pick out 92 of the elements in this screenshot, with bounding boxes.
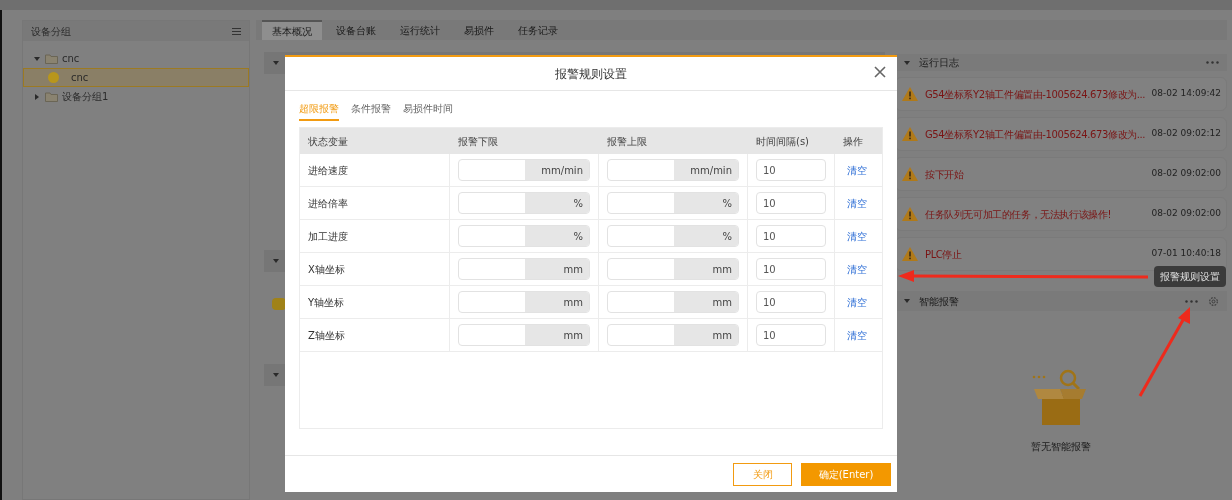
log-message: G54坐标系Y2轴工件偏置由-1005624.673修改为... bbox=[925, 87, 1146, 102]
table-cell: 进给速度 bbox=[300, 154, 450, 186]
input-group[interactable]: mm bbox=[607, 324, 739, 346]
menu-icon[interactable] bbox=[232, 27, 241, 35]
input-group[interactable]: % bbox=[458, 192, 590, 214]
tab[interactable]: 易损件 bbox=[454, 20, 504, 40]
caret-icon[interactable] bbox=[33, 92, 41, 101]
folder-icon bbox=[45, 53, 58, 64]
warning-icon bbox=[901, 126, 919, 142]
table-cell: Y轴坐标 bbox=[300, 286, 450, 318]
input-group[interactable]: mm/min bbox=[607, 159, 739, 181]
unit-label: mm bbox=[525, 292, 589, 312]
empty-message: 暂无智能报警 bbox=[1031, 440, 1091, 454]
clear-link[interactable]: 清空 bbox=[847, 294, 867, 310]
unit-label: mm bbox=[525, 325, 589, 345]
clear-link[interactable]: 清空 bbox=[847, 195, 867, 211]
tab[interactable]: 条件报警 bbox=[351, 101, 391, 121]
unit-label: mm bbox=[674, 325, 738, 345]
table-cell: X轴坐标 bbox=[300, 253, 450, 285]
column-header: 操作 bbox=[842, 134, 864, 149]
input-group[interactable]: % bbox=[458, 225, 590, 247]
log-message: PLC停止 bbox=[925, 247, 963, 262]
clear-link[interactable]: 清空 bbox=[847, 228, 867, 244]
tab[interactable]: 基本概况 bbox=[262, 20, 322, 40]
unit-label: % bbox=[674, 226, 738, 246]
input-group[interactable]: mm bbox=[458, 291, 590, 313]
input-field[interactable]: 10 bbox=[756, 291, 826, 313]
section-title: 运行日志 bbox=[919, 56, 959, 70]
tab[interactable]: 易损件时间 bbox=[403, 101, 453, 121]
input-group[interactable]: % bbox=[607, 225, 739, 247]
input-group[interactable]: mm bbox=[458, 324, 590, 346]
unit-label: mm bbox=[525, 259, 589, 279]
unit-label: mm/min bbox=[674, 160, 738, 180]
more-icon[interactable] bbox=[1185, 299, 1198, 303]
unit-label: mm bbox=[674, 259, 738, 279]
input-group[interactable]: mm bbox=[458, 258, 590, 280]
sidebar-title: 设备分组 bbox=[31, 24, 71, 39]
table-cell: 进给倍率 bbox=[300, 187, 450, 219]
input-field[interactable]: 10 bbox=[756, 258, 826, 280]
settings-icon[interactable] bbox=[1208, 295, 1219, 307]
log-message: 按下开始 bbox=[925, 167, 965, 182]
caret-icon[interactable] bbox=[272, 371, 280, 379]
input-field[interactable]: 10 bbox=[756, 192, 826, 214]
input-field[interactable]: 10 bbox=[756, 159, 826, 181]
tab[interactable]: 设备台账 bbox=[326, 20, 386, 40]
unit-label: % bbox=[525, 193, 589, 213]
warning-icon bbox=[901, 86, 919, 102]
column-header: 报警下限 bbox=[457, 134, 499, 149]
caret-icon[interactable] bbox=[903, 58, 911, 67]
log-time: 08-02 14:09:42 bbox=[1151, 87, 1221, 101]
caret-icon[interactable] bbox=[903, 297, 911, 305]
table-cell: Z轴坐标 bbox=[300, 319, 450, 351]
unit-label: mm bbox=[674, 292, 738, 312]
log-time: 07-01 10:40:18 bbox=[1151, 247, 1221, 261]
caret-icon[interactable] bbox=[272, 59, 280, 67]
tab[interactable]: 运行统计 bbox=[390, 20, 450, 40]
log-message: G54坐标系Y2轴工件偏置由-1005624.673修改为... bbox=[925, 127, 1146, 142]
input-group[interactable]: mm bbox=[607, 291, 739, 313]
caret-icon[interactable] bbox=[33, 54, 41, 63]
clear-link[interactable]: 清空 bbox=[847, 162, 867, 178]
log-time: 08-02 09:02:00 bbox=[1151, 167, 1221, 181]
tree-item[interactable]: cnc bbox=[23, 49, 249, 68]
warning-icon bbox=[901, 166, 919, 182]
log-time: 08-02 09:02:00 bbox=[1151, 207, 1221, 221]
warning-icon bbox=[901, 206, 919, 222]
input-field[interactable]: 10 bbox=[756, 225, 826, 247]
column-header: 报警上限 bbox=[606, 134, 648, 149]
column-header: 状态变量 bbox=[307, 134, 349, 149]
unit-label: % bbox=[525, 226, 589, 246]
tree-item[interactable]: 设备分组1 bbox=[23, 87, 249, 106]
dialog-title: 报警规则设置 bbox=[555, 65, 627, 83]
input-group[interactable]: mm bbox=[607, 258, 739, 280]
clear-link[interactable]: 清空 bbox=[847, 261, 867, 277]
caret-icon[interactable] bbox=[272, 257, 280, 265]
log-time: 08-02 09:02:12 bbox=[1151, 127, 1221, 141]
folder-icon bbox=[45, 91, 58, 102]
warning-icon bbox=[901, 246, 919, 262]
more-icon[interactable] bbox=[1206, 61, 1219, 64]
input-group[interactable]: mm/min bbox=[458, 159, 590, 181]
unit-label: % bbox=[674, 193, 738, 213]
input-group[interactable]: % bbox=[607, 192, 739, 214]
tooltip: 报警规则设置 bbox=[1154, 266, 1226, 287]
input-field[interactable]: 10 bbox=[756, 324, 826, 346]
table-cell: 加工进度 bbox=[300, 220, 450, 252]
clear-link[interactable]: 清空 bbox=[847, 327, 867, 343]
section-title: 智能报警 bbox=[919, 294, 959, 309]
log-message: 任务队列无可加工的任务，无法执行该操作! bbox=[925, 207, 1112, 222]
bar-icon bbox=[272, 298, 286, 310]
tab[interactable]: 任务记录 bbox=[508, 20, 568, 40]
column-header: 时间间隔(s) bbox=[755, 134, 810, 149]
tree-item[interactable]: cnc bbox=[23, 68, 249, 87]
unit-label: mm/min bbox=[525, 160, 589, 180]
